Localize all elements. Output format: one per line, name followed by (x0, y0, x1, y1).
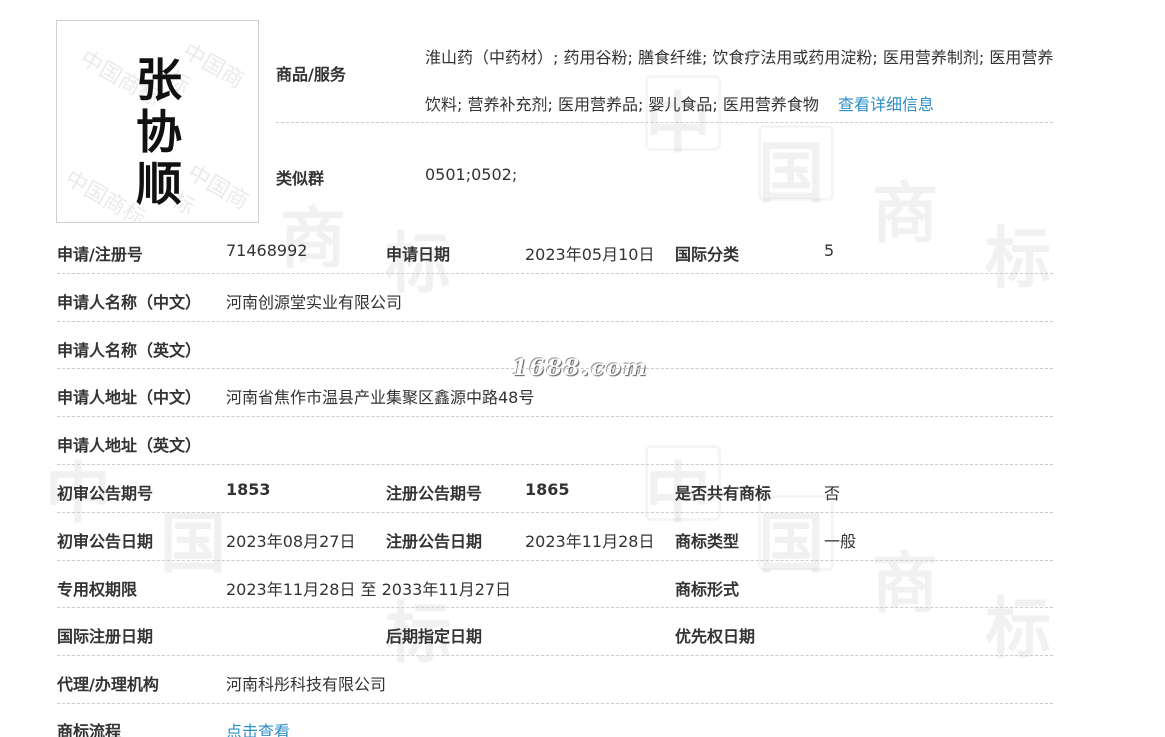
watermark-char: 标 (985, 589, 1051, 667)
divider (57, 416, 1053, 417)
divider (57, 368, 1053, 369)
excl-period-label: 专用权期限 (57, 580, 138, 599)
watermark-char: 商 (872, 174, 938, 252)
divider (276, 122, 1053, 123)
reg-date-value: 2023年11月28日 (525, 532, 655, 551)
goods-services-value: 淮山药（中药材）; 药用谷粉; 膳食纤维; 饮食疗法用或药用淀粉; 医用营养制剂… (425, 34, 1055, 128)
watermark-char: 商 (280, 199, 346, 277)
prelim-no-label: 初审公告期号 (57, 484, 154, 503)
intl-class-value: 5 (824, 241, 835, 260)
divider (57, 560, 1053, 561)
applicant-en-label: 申请人名称（英文） (57, 341, 202, 360)
tm-type-label: 商标类型 (675, 532, 740, 551)
divider (57, 273, 1053, 274)
logo-char: 顺 (136, 157, 182, 211)
shared-value: 否 (824, 484, 841, 503)
reg-no-value: 1865 (525, 480, 570, 499)
tm-type-value: 一般 (824, 532, 857, 551)
process-label: 商标流程 (57, 722, 122, 737)
applicant-cn-label: 申请人名称（中文） (57, 293, 202, 312)
watermark-char: 国 (758, 134, 824, 212)
prelim-no-value: 1853 (226, 480, 271, 499)
watermark-char: 国 (160, 504, 226, 582)
view-details-link[interactable]: 查看详细信息 (838, 95, 934, 114)
divider (57, 512, 1053, 513)
trademark-logo: 中国商标 中国商标 中国商标 中国商标 张 协 顺 (56, 20, 259, 223)
shared-label: 是否共有商标 (675, 484, 772, 503)
prelim-date-value: 2023年08月27日 (226, 532, 356, 551)
address-cn-value: 河南省焦作市温县产业集聚区鑫源中路48号 (226, 388, 535, 407)
reg-date-label: 注册公告日期 (386, 532, 483, 551)
divider (57, 655, 1053, 656)
divider (57, 607, 1053, 608)
watermark-char: 国 (758, 504, 824, 582)
applicant-cn-value: 河南创源堂实业有限公司 (226, 293, 403, 312)
goods-services-label: 商品/服务 (276, 65, 346, 84)
watermark-char: 商 (872, 544, 938, 622)
logo-char: 协 (136, 105, 182, 159)
divider (57, 464, 1053, 465)
address-cn-label: 申请人地址（中文） (57, 388, 202, 407)
reg-no-label: 注册公告期号 (386, 484, 483, 503)
similar-group-value: 0501;0502; (425, 165, 518, 184)
divider (57, 321, 1053, 322)
agent-value: 河南科彤科技有限公司 (226, 675, 387, 694)
logo-char: 张 (136, 53, 182, 107)
goods-services-text: 淮山药（中药材）; 药用谷粉; 膳食纤维; 饮食疗法用或药用淀粉; 医用营养制剂… (425, 48, 1054, 114)
agent-label: 代理/办理机构 (57, 675, 159, 694)
excl-period-value: 2023年11月28日 至 2033年11月27日 (226, 580, 512, 599)
watermark-char: 标 (985, 219, 1051, 297)
later-date-label: 后期指定日期 (386, 627, 483, 646)
intl-reg-label: 国际注册日期 (57, 627, 154, 646)
intl-class-label: 国际分类 (675, 245, 740, 264)
priority-label: 优先权日期 (675, 627, 756, 646)
app-no-label: 申请/注册号 (57, 245, 143, 264)
prelim-date-label: 初审公告日期 (57, 532, 154, 551)
app-date-value: 2023年05月10日 (525, 245, 655, 264)
app-date-label: 申请日期 (386, 245, 451, 264)
tm-form-label: 商标形式 (675, 580, 740, 599)
similar-group-label: 类似群 (276, 169, 325, 188)
address-en-label: 申请人地址（英文） (57, 436, 202, 455)
watermark-box (758, 125, 834, 201)
divider (57, 703, 1053, 704)
app-no-value: 71468992 (226, 241, 308, 260)
trademark-detail-page: 中 国 商 标 商 标 中 国 中 国 商 标 标 1688.com 中国商标 … (0, 0, 1165, 737)
view-process-link[interactable]: 点击查看 (226, 718, 290, 737)
